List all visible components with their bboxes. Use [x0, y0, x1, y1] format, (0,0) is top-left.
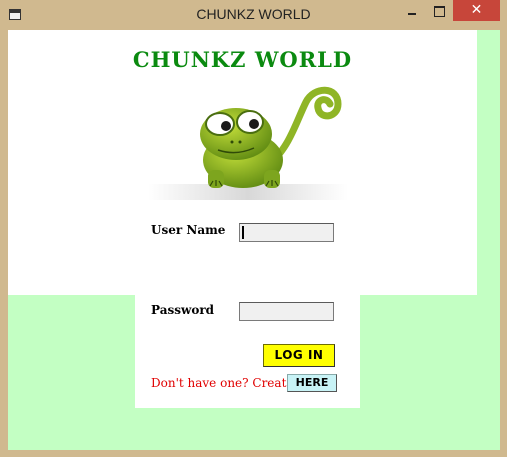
password-input[interactable]: [239, 302, 334, 321]
username-input[interactable]: [239, 223, 334, 242]
password-label: Password: [151, 303, 215, 317]
chameleon-mascot-image: [148, 86, 348, 200]
app-window: CHUNKZ WORLD ✕ CHUNKZ WORLD User Name Pa…: [0, 0, 507, 457]
maximize-button[interactable]: [428, 0, 450, 22]
text-caret: [242, 226, 244, 239]
form-panel-top: CHUNKZ WORLD User Name: [8, 30, 477, 295]
minimize-button[interactable]: [401, 0, 423, 22]
username-label: User Name: [151, 223, 226, 237]
signup-prompt: Don't have one? Create: [151, 376, 294, 390]
here-button[interactable]: HERE: [287, 374, 337, 392]
title-bar[interactable]: CHUNKZ WORLD ✕: [0, 0, 507, 30]
client-area: CHUNKZ WORLD User Name Password LOG IN D…: [8, 30, 500, 450]
close-button[interactable]: ✕: [453, 0, 500, 21]
login-button[interactable]: LOG IN: [263, 344, 335, 367]
game-title: CHUNKZ WORLD: [132, 47, 353, 72]
